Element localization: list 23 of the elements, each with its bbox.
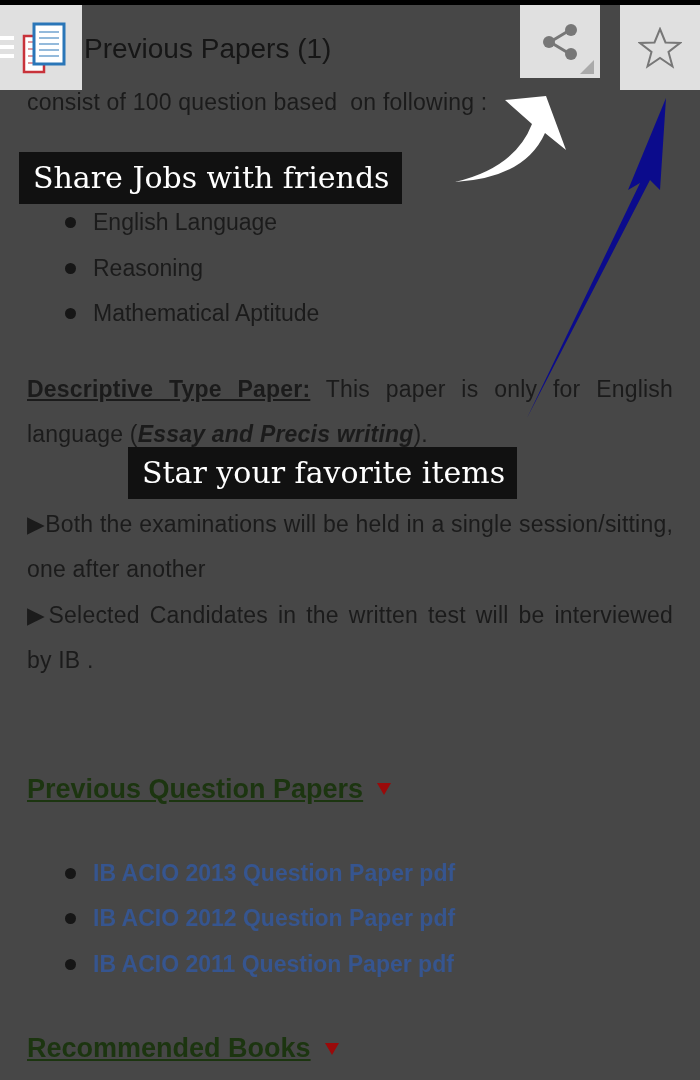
favorite-button[interactable] [620,5,700,90]
caret-icon [324,1042,339,1055]
section-heading[interactable]: Recommended Books [27,1026,311,1071]
document-icon [22,21,68,74]
paper-link[interactable]: IB ACIO 2012 Question Paper pdf [93,896,456,942]
bullet-icon [65,308,76,320]
paper-link[interactable]: IB ACIO 2011 Question Paper pdf [93,941,454,987]
corner-triangle-icon [580,60,594,74]
caret-icon [377,783,392,795]
bullet-icon [65,867,76,879]
section-heading[interactable]: Previous Question Papers [27,766,364,812]
bullet-icon [65,913,76,925]
bullet-icon [65,217,76,229]
menu-icon [0,35,14,58]
share-icon [540,21,580,62]
tutorial-caption: Star your favorite items [128,447,518,499]
paper-link[interactable]: IB ACIO 2013 Question Paper pdf [93,850,456,896]
star-icon [638,26,682,69]
bullet-icon [65,262,76,274]
share-button[interactable] [520,5,600,78]
tutorial-caption: Share Jobs with friends [19,152,402,204]
app-home-button[interactable] [0,5,82,90]
bullet-icon [65,958,76,970]
